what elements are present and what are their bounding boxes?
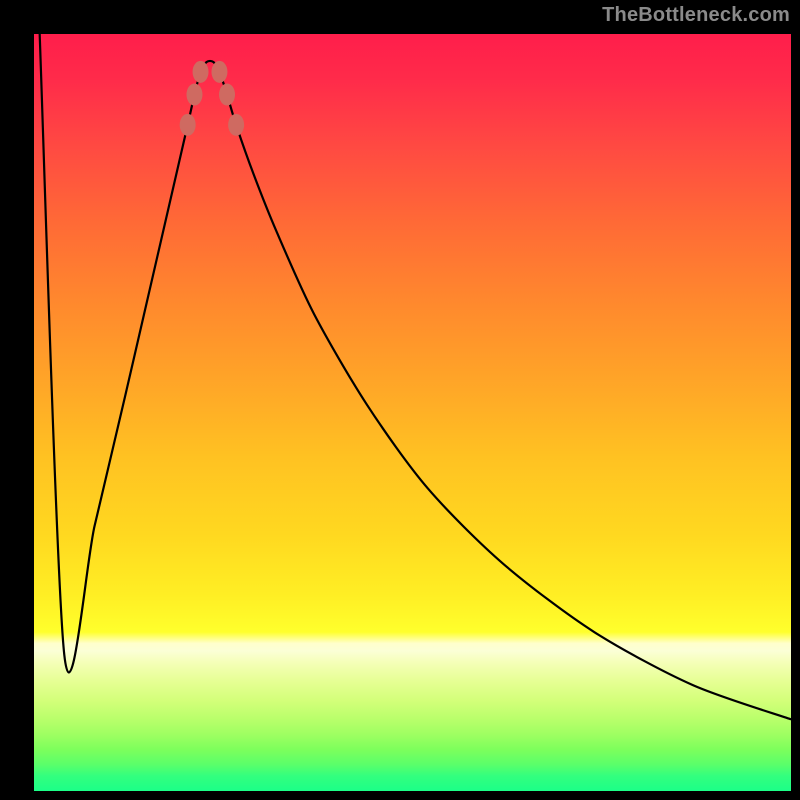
curve-marker xyxy=(228,114,244,136)
curve-marker xyxy=(219,84,235,106)
curve-marker xyxy=(193,61,209,83)
watermark-text: TheBottleneck.com xyxy=(602,4,790,27)
curve-marker xyxy=(180,114,196,136)
curve-marker xyxy=(186,84,202,106)
bottleneck-curve xyxy=(34,34,791,791)
curve-markers xyxy=(180,61,244,136)
curve-line xyxy=(39,34,790,719)
chart-plot-area xyxy=(34,34,791,791)
curve-marker xyxy=(211,61,227,83)
